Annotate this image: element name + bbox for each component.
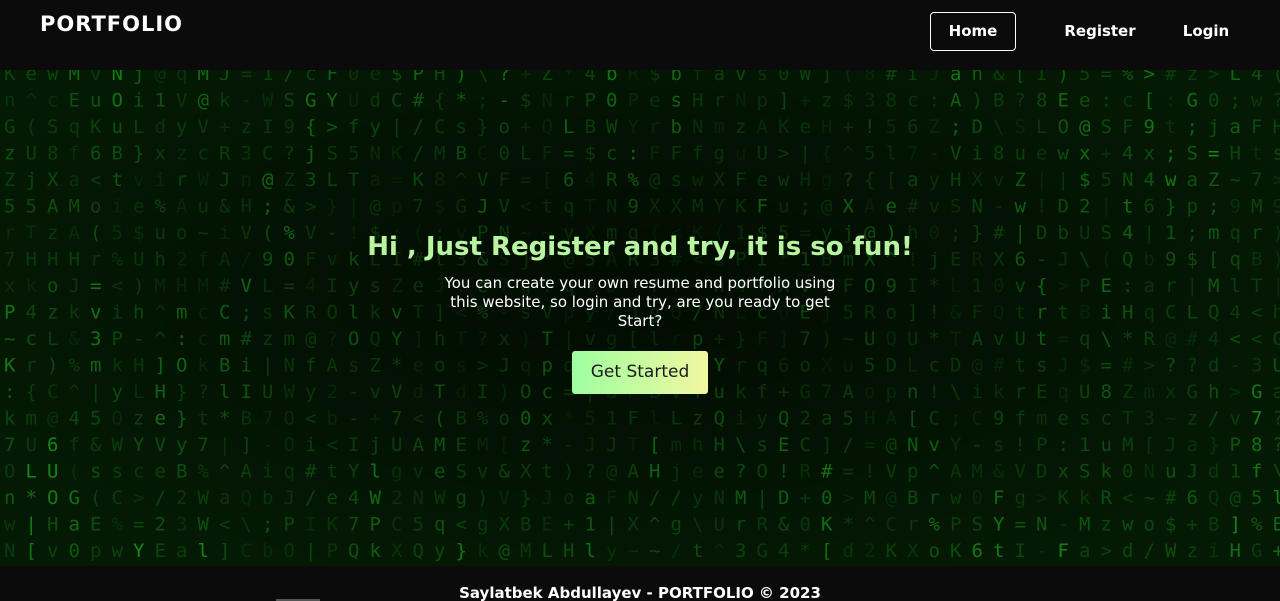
nav-login-link[interactable]: Login [1164, 12, 1248, 51]
footer-copyright: Saylatbek Abdullayev - PORTFOLIO © 2023 [459, 584, 821, 601]
page: PORTFOLIO Home Register Login KnGzZ5r7xP… [0, 0, 1280, 601]
main-nav: Home Register Login [930, 12, 1248, 51]
nav-home-button[interactable]: Home [930, 12, 1016, 51]
site-footer: Saylatbek Abdullayev - PORTFOLIO © 2023 [0, 566, 1280, 601]
brand-logo[interactable]: PORTFOLIO [40, 12, 183, 36]
get-started-button[interactable]: Get Started [572, 351, 708, 394]
hero-section: KnGzZ5r7xP~K:k7OnwNe^(Uj5THk4cr{mUL*|[wc… [0, 70, 1280, 566]
site-header: PORTFOLIO Home Register Login [0, 0, 1280, 70]
hero-text: You can create your own resume and portf… [444, 274, 836, 330]
nav-register-link[interactable]: Register [1046, 12, 1154, 51]
hero-title: Hi , Just Register and try, it is so fun… [367, 232, 913, 262]
hero-content: Hi , Just Register and try, it is so fun… [340, 232, 940, 394]
